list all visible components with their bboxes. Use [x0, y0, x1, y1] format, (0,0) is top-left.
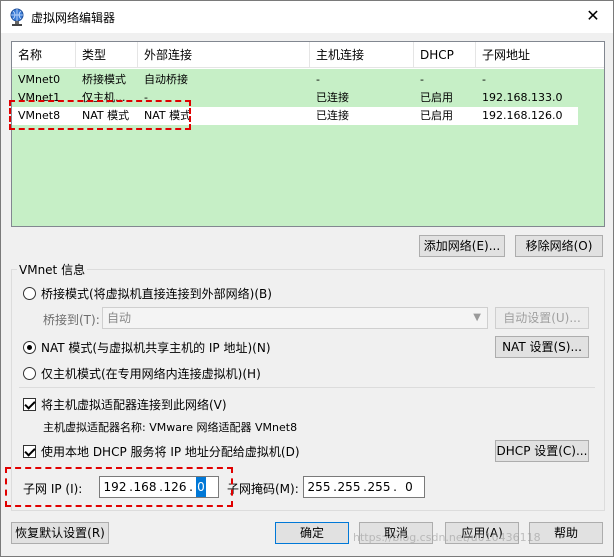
cell-host: 已连接 — [316, 91, 349, 104]
bridge-mode-label[interactable]: 桥接模式(将虚拟机直接连接到外部网络)(B) — [41, 285, 272, 302]
column-header-external[interactable]: 外部连接 — [138, 42, 310, 68]
mask-octet[interactable]: 255 — [336, 477, 362, 497]
list-body: VMnet0 桥接模式 自动桥接 - - - VMnet1 仅主机... - 已… — [12, 69, 604, 226]
window-title: 虚拟网络编辑器 — [31, 11, 116, 25]
subnet-mask-label: 子网掩码(M): — [227, 482, 299, 496]
network-list[interactable]: 名称 类型 外部连接 主机连接 DHCP 子网地址 VMnet0 桥接模式 自动… — [11, 41, 605, 227]
cell-subnet: 192.168.133.0 — [482, 91, 563, 104]
nat-settings-button[interactable]: NAT 设置(S)... — [495, 336, 589, 358]
list-header: 名称 类型 外部连接 主机连接 DHCP 子网地址 — [12, 42, 604, 68]
column-header-type[interactable]: 类型 — [76, 42, 138, 68]
ok-button[interactable]: 确定 — [275, 522, 349, 544]
cell-host: - — [316, 73, 320, 86]
mask-octet[interactable]: 255 — [366, 477, 392, 497]
bridge-to-select: 自动 ▼ — [102, 307, 488, 329]
bridge-to-value: 自动 — [107, 311, 132, 325]
cell-subnet: - — [482, 73, 486, 86]
add-network-button[interactable]: 添加网络(E)... — [419, 235, 505, 257]
restore-defaults-button[interactable]: 恢复默认设置(R) — [11, 522, 109, 544]
nat-mode-radio[interactable] — [23, 341, 36, 354]
mask-octet[interactable]: 0 — [396, 477, 422, 497]
cell-external: 自动桥接 — [144, 73, 188, 86]
group-title: VMnet 信息 — [17, 261, 88, 278]
close-button[interactable]: ✕ — [573, 1, 613, 31]
chevron-down-icon: ▼ — [473, 312, 481, 323]
virtual-network-editor-window: 虚拟网络编辑器 ✕ 名称 类型 外部连接 主机连接 DHCP 子网地址 VMne… — [0, 0, 614, 557]
cell-host: 已连接 — [316, 109, 349, 122]
use-dhcp-checkbox[interactable] — [23, 445, 36, 458]
title-bar: 虚拟网络编辑器 ✕ — [1, 1, 613, 33]
nat-mode-label[interactable]: NAT 模式(与虚拟机共享主机的 IP 地址)(N) — [41, 339, 271, 356]
mask-octet[interactable]: 255 — [306, 477, 332, 497]
connect-adapter-label[interactable]: 将主机虚拟适配器连接到此网络(V) — [41, 396, 227, 413]
cell-type: 桥接模式 — [82, 73, 126, 86]
dhcp-settings-button[interactable]: DHCP 设置(C)... — [495, 440, 589, 462]
divider — [19, 387, 595, 388]
watermark: https://blog.csdn.net/u010436118 — [353, 531, 541, 544]
bridge-mode-radio[interactable] — [23, 287, 36, 300]
cell-subnet: 192.168.126.0 — [482, 109, 563, 122]
remove-network-button[interactable]: 移除网络(O) — [515, 235, 603, 257]
connect-adapter-checkbox[interactable] — [23, 398, 36, 411]
column-header-name[interactable]: 名称 — [12, 42, 76, 68]
cell-dhcp: - — [420, 73, 424, 86]
adapter-name-text: 主机虚拟适配器名称: VMware 网络适配器 VMnet8 — [43, 421, 298, 434]
bridge-to-label: 桥接到(T): — [43, 313, 100, 327]
auto-settings-button: 自动设置(U)... — [495, 307, 589, 329]
cell-dhcp: 已启用 — [420, 109, 453, 122]
host-only-mode-label[interactable]: 仅主机模式(在专用网络内连接虚拟机)(H) — [41, 365, 261, 382]
annotation-box-vmnet8 — [9, 100, 191, 130]
subnet-mask-field[interactable]: 255 . 255 . 255 . 0 — [303, 476, 425, 498]
column-header-dhcp[interactable]: DHCP — [414, 42, 476, 68]
column-header-subnet[interactable]: 子网地址 — [476, 42, 604, 68]
column-header-host[interactable]: 主机连接 — [310, 42, 414, 68]
cell-name: VMnet0 — [18, 73, 61, 86]
host-only-mode-radio[interactable] — [23, 367, 36, 380]
network-globe-icon — [10, 8, 24, 26]
table-row[interactable]: VMnet0 桥接模式 自动桥接 - - - — [12, 71, 604, 89]
use-dhcp-label[interactable]: 使用本地 DHCP 服务将 IP 地址分配给虚拟机(D) — [41, 443, 300, 460]
cell-dhcp: 已启用 — [420, 91, 453, 104]
annotation-box-subnet-ip — [5, 467, 233, 507]
